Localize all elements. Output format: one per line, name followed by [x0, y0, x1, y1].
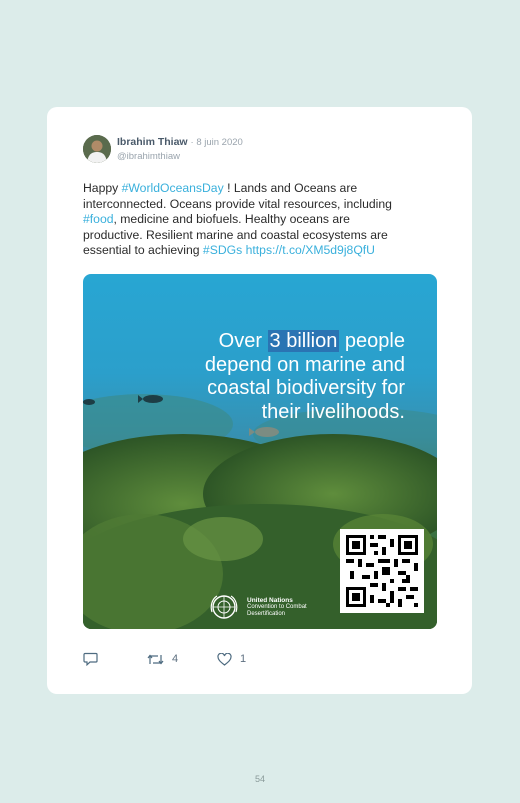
hashtag-food[interactable]: #food	[83, 212, 114, 226]
caption-text: Over	[218, 330, 268, 352]
org-line-3: Desertification	[247, 610, 286, 617]
media-caption: Over 3 billion people depend on marine a…	[125, 330, 405, 424]
tweet-actions: 4 1	[83, 652, 246, 666]
reply-icon[interactable]	[83, 652, 98, 666]
qr-code	[340, 529, 424, 613]
org-name: United Nations Convention to Combat Dese…	[247, 597, 307, 618]
tweet-text: Happy #WorldOceansDay ! Lands and Oceans…	[83, 181, 393, 259]
caption-line-4: their livelihoods.	[261, 400, 405, 423]
caption-line-1: Over 3 billion people	[125, 330, 405, 354]
author-name[interactable]: Ibrahim Thiaw · 8 juin 2020	[117, 136, 243, 148]
avatar[interactable]	[83, 135, 111, 163]
org-line-2: Convention to Combat	[247, 603, 307, 610]
org-line-1: United Nations	[247, 596, 293, 604]
retweet-button[interactable]: 4	[147, 653, 217, 666]
retweet-count: 4	[172, 653, 179, 665]
hashtag-sdgs[interactable]: #SDGs	[203, 243, 242, 257]
author-handle[interactable]: @ibrahimthiaw	[117, 151, 180, 162]
retweet-icon[interactable]	[147, 653, 164, 666]
caption-line-3: coastal biodiversity for	[207, 377, 405, 399]
like-button[interactable]: 1	[217, 652, 247, 666]
highlighted-statistic: 3 billion	[267, 330, 340, 352]
tweet-link[interactable]: https://t.co/XM5d9j8QfU	[246, 243, 375, 257]
author-name-text[interactable]: Ibrahim Thiaw	[117, 136, 188, 148]
un-emblem-icon	[210, 595, 238, 619]
like-count: 1	[240, 653, 247, 665]
heart-icon[interactable]	[217, 652, 232, 666]
tweet-card: Ibrahim Thiaw · 8 juin 2020 @ibrahimthia…	[47, 107, 472, 694]
text-part: Happy	[83, 181, 122, 195]
unccd-logo: United Nations Convention to Combat Dese…	[209, 592, 307, 622]
tweet-media-image[interactable]: Over 3 billion people depend on marine a…	[83, 274, 437, 629]
hashtag-worldoceansday[interactable]: #WorldOceansDay	[122, 181, 224, 195]
caption-text: people	[339, 330, 405, 352]
caption-line-2: depend on marine and	[204, 353, 405, 376]
reply-button[interactable]	[83, 652, 147, 666]
page-number: 54	[254, 774, 265, 784]
tweet-date[interactable]: · 8 juin 2020	[191, 137, 243, 148]
